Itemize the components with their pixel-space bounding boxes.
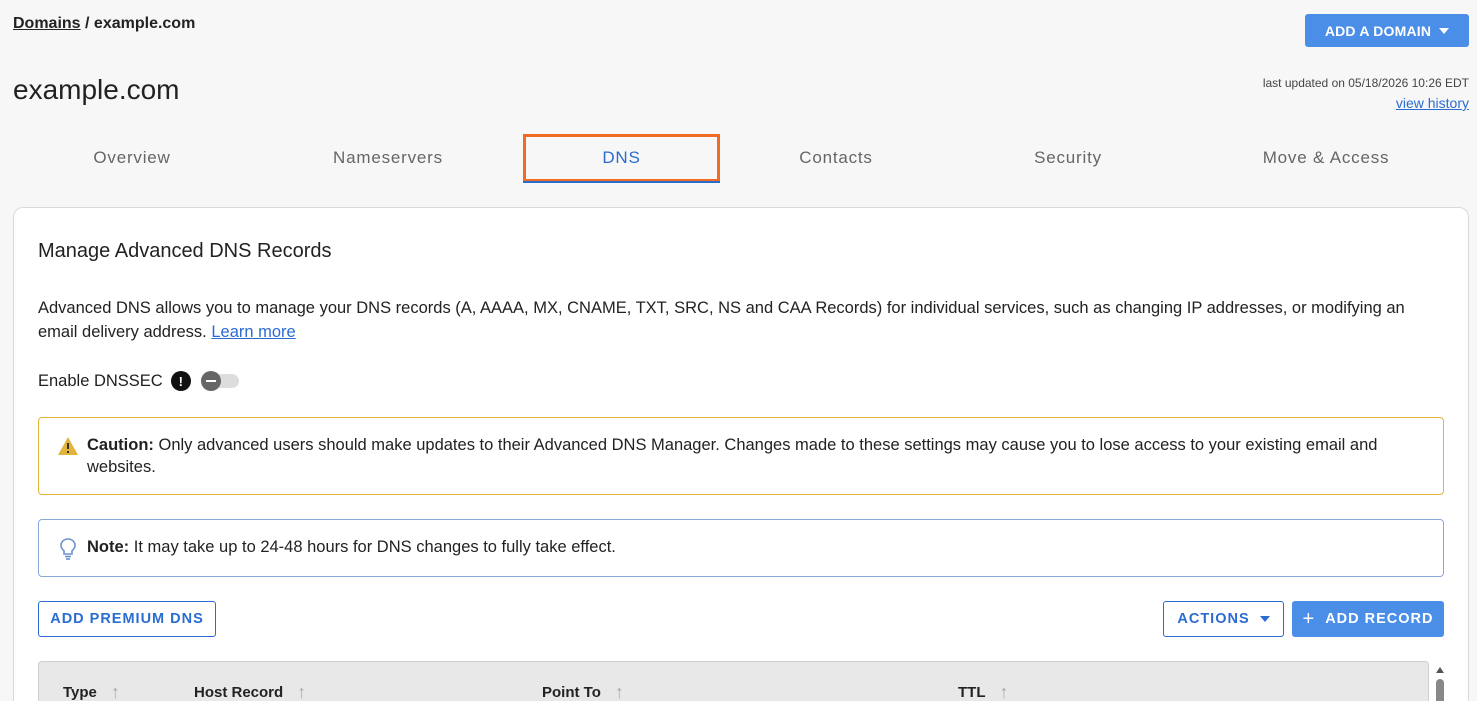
scrollbar[interactable] (1434, 663, 1446, 701)
sort-arrow-icon: ↑ (110, 682, 120, 701)
breadcrumb-current: example.com (93, 15, 196, 32)
card-title: Manage Advanced DNS Records (38, 240, 332, 262)
column-type[interactable]: Type ↑ (63, 682, 120, 701)
scroll-up-icon[interactable] (1436, 667, 1444, 673)
scrollbar-thumb[interactable] (1436, 679, 1444, 701)
column-host-record-label: Host Record (194, 684, 284, 701)
note-label: Note: (87, 538, 130, 556)
caution-label: Caution: (87, 436, 154, 454)
sort-arrow-icon: ↑ (614, 682, 624, 701)
add-domain-label: ADD A DOMAIN (1324, 22, 1432, 39)
chevron-down-icon (1259, 616, 1270, 622)
column-point-to[interactable]: Point To ↑ (542, 682, 624, 701)
learn-more-link[interactable]: Learn more (211, 323, 295, 341)
records-table-header: Type ↑ Host Record ↑ Point To ↑ TTL ↑ (38, 661, 1429, 701)
note-text-block: Note: It may take up to 24-48 hours for … (87, 538, 616, 557)
active-tab-underline (523, 181, 720, 183)
exclamation-icon[interactable]: ! (170, 371, 191, 391)
tab-contacts[interactable]: Contacts (733, 134, 939, 182)
note-text: It may take up to 24-48 hours for DNS ch… (133, 538, 616, 556)
column-type-label: Type (63, 684, 97, 701)
add-record-button[interactable]: + ADD RECORD (1292, 601, 1444, 637)
caution-text-block: Caution: Only advanced users should make… (87, 434, 1407, 478)
actions-label: ACTIONS (1177, 611, 1250, 627)
add-premium-dns-button[interactable]: ADD PREMIUM DNS (38, 601, 216, 637)
sort-arrow-icon: ↑ (999, 682, 1009, 701)
breadcrumb-separator: / (80, 15, 94, 32)
view-history-link[interactable]: view history (1396, 95, 1469, 111)
dns-card: Manage Advanced DNS Records Advanced DNS… (13, 207, 1469, 701)
column-ttl[interactable]: TTL ↑ (958, 682, 1009, 701)
note-banner: Note: It may take up to 24-48 hours for … (38, 519, 1444, 577)
add-premium-dns-label: ADD PREMIUM DNS (50, 611, 204, 627)
tab-move-access[interactable]: Move & Access (1213, 134, 1439, 182)
caution-text: Only advanced users should make updates … (87, 436, 1378, 476)
tab-bar: Overview Nameservers DNS Contacts Securi… (13, 134, 1469, 184)
dnssec-toggle[interactable] (200, 371, 239, 391)
add-domain-button[interactable]: ADD A DOMAIN (1305, 14, 1469, 47)
tab-nameservers[interactable]: Nameservers (273, 134, 503, 182)
toggle-knob (200, 371, 221, 391)
sort-arrow-icon: ↑ (297, 682, 307, 701)
last-updated-text: last updated on 05/18/2026 10:26 EDT (1262, 76, 1469, 90)
warning-icon (58, 437, 78, 455)
tab-overview[interactable]: Overview (13, 134, 251, 182)
breadcrumb: Domains / example.com (13, 15, 195, 33)
lightbulb-icon (60, 538, 76, 560)
add-record-label: ADD RECORD (1325, 611, 1434, 627)
chevron-down-icon (1439, 27, 1450, 34)
plus-icon: + (1302, 608, 1316, 630)
column-host-record[interactable]: Host Record ↑ (194, 682, 306, 701)
tab-dns[interactable]: DNS (523, 134, 720, 182)
column-point-to-label: Point To (542, 684, 601, 701)
last-updated-block: last updated on 05/18/2026 10:26 EDT vie… (1263, 73, 1469, 114)
actions-dropdown[interactable]: ACTIONS (1163, 601, 1284, 637)
tab-security[interactable]: Security (963, 134, 1173, 182)
breadcrumb-domains-link[interactable]: Domains (13, 15, 81, 32)
caution-banner: Caution: Only advanced users should make… (38, 417, 1444, 495)
dns-description: Advanced DNS allows you to manage your D… (38, 296, 1438, 344)
dnssec-row: Enable DNSSEC ! (38, 371, 239, 391)
column-ttl-label: TTL (958, 684, 986, 701)
dnssec-label: Enable DNSSEC (38, 371, 163, 390)
page-title: example.com (13, 74, 180, 105)
